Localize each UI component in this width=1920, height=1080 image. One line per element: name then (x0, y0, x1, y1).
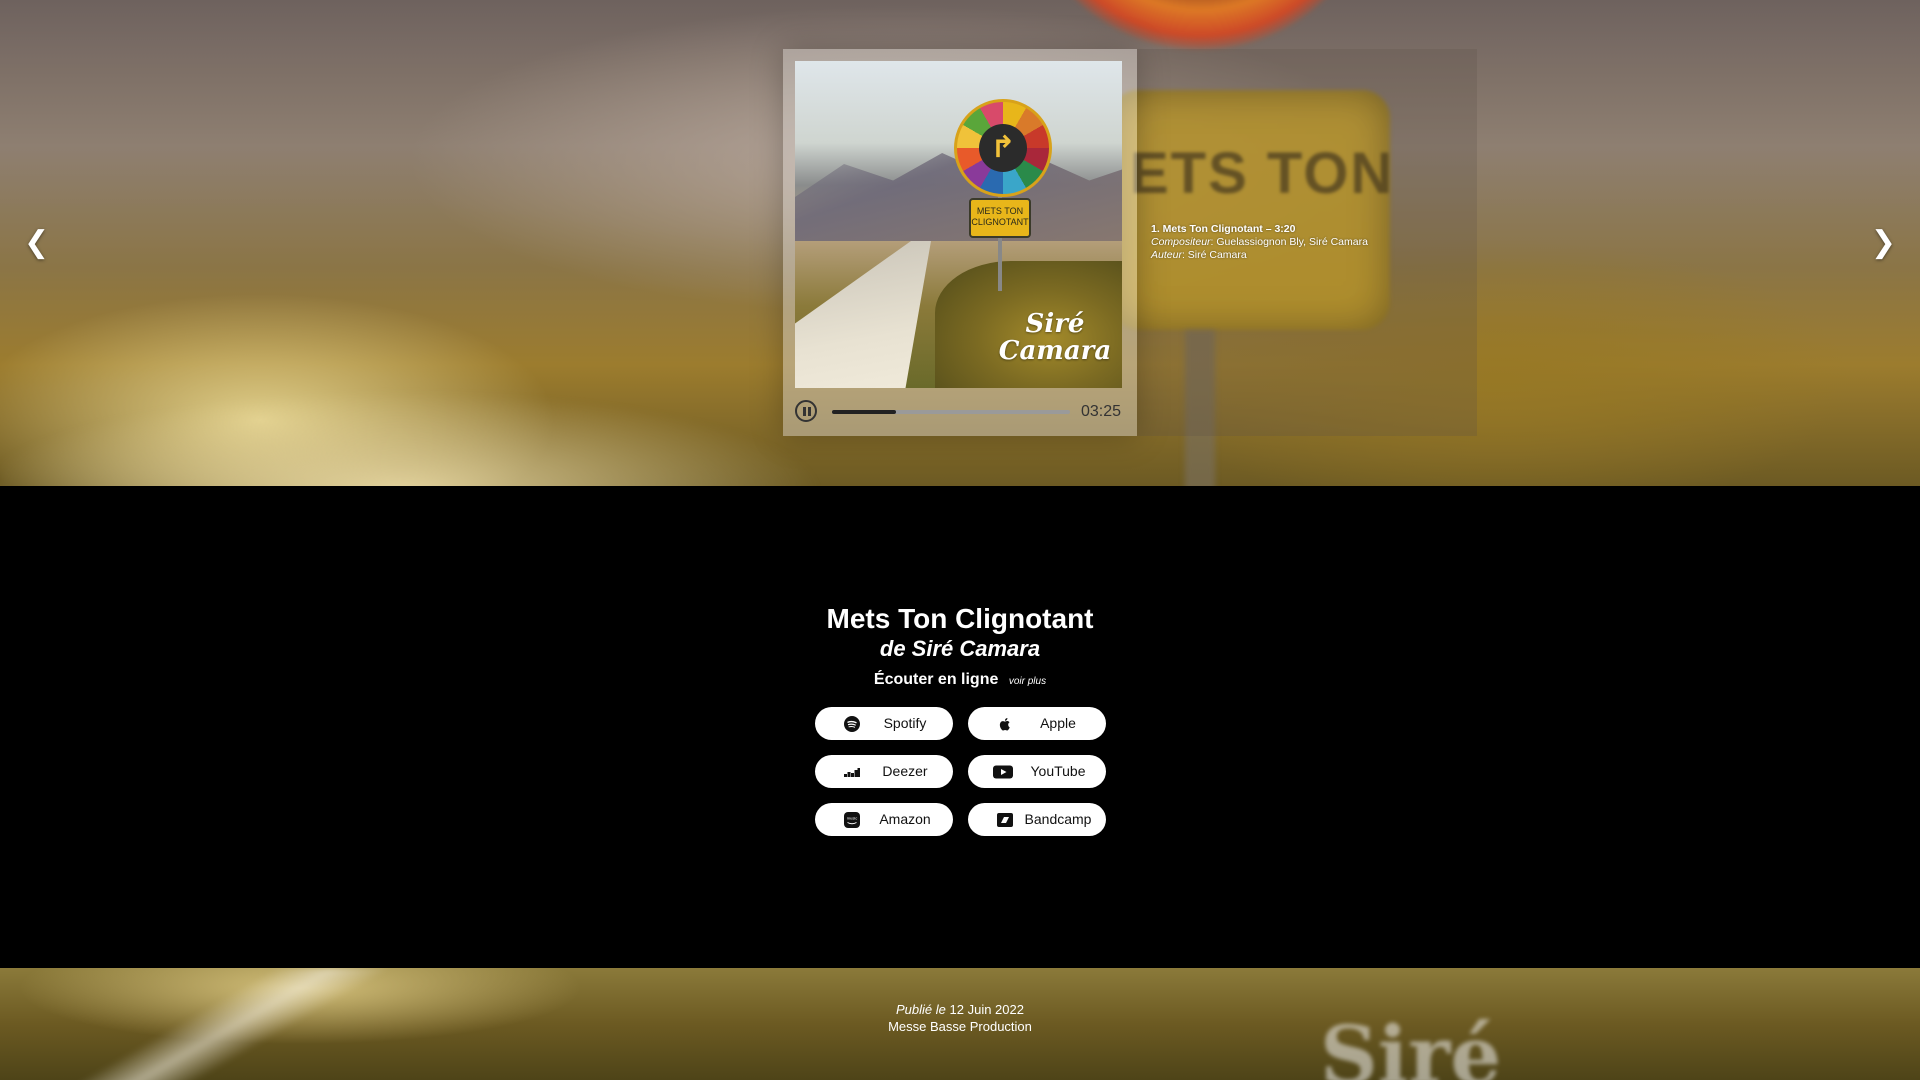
publication-info: Publié le 12 Juin 2022 Messe Basse Produ… (0, 1001, 1920, 1035)
next-arrow-button[interactable]: ❯ (1871, 228, 1896, 258)
youtube-icon (993, 765, 1013, 779)
progress-fill (832, 410, 897, 414)
spotify-label: Spotify (883, 715, 927, 731)
see-more-link[interactable]: voir plus (1009, 676, 1046, 687)
track-title: 1. Mets Ton Clignotant – 3:20 (1151, 223, 1296, 235)
progress-bar[interactable] (832, 410, 1070, 414)
turn-arrow-icon: ↱ (979, 124, 1027, 172)
pause-icon (803, 407, 806, 416)
deezer-label: Deezer (882, 763, 928, 779)
amazon-label: Amazon (879, 811, 931, 827)
apple-label: Apple (1040, 715, 1076, 731)
player-controls: 03:25 (795, 399, 1122, 425)
cover-sign-disc: ↱ (954, 99, 1052, 197)
previous-arrow-button[interactable]: ❮ (24, 228, 49, 258)
track-author: Auteur: Siré Camara (1151, 249, 1247, 261)
bandcamp-button[interactable]: Bandcamp (968, 803, 1106, 836)
svg-text:music: music (847, 816, 857, 821)
bandcamp-label: Bandcamp (1024, 811, 1092, 827)
production-label: Messe Basse Production (888, 1019, 1032, 1034)
track-composer: Compositeur: Guelassiognon Bly, Siré Cam… (1151, 236, 1368, 248)
listen-online-label: Écouter en ligne (873, 671, 999, 688)
elapsed-time: 03:25 (1081, 403, 1122, 420)
cover-sign-plate: METS TON CLIGNOTANT (969, 198, 1031, 238)
amazon-music-icon: music (844, 812, 860, 828)
album-artist: de Siré Camara (879, 636, 1041, 661)
album-title: Mets Ton Clignotant (826, 603, 1094, 634)
publication-date: Publié le 12 Juin 2022 (896, 1002, 1024, 1017)
apple-icon (999, 718, 1010, 731)
audio-player: ↱ METS TON CLIGNOTANT Siré Camara 03:25 (783, 49, 1137, 436)
amazon-music-button[interactable]: music Amazon (815, 803, 953, 836)
apple-music-button[interactable]: Apple (968, 707, 1106, 740)
background-sign-disc (1020, 0, 1380, 50)
background-road (0, 330, 820, 486)
spotify-button[interactable]: Spotify (815, 707, 953, 740)
deezer-button[interactable]: Deezer (815, 755, 953, 788)
pause-button[interactable] (795, 400, 817, 422)
deezer-icon (844, 768, 860, 777)
youtube-label: YouTube (1030, 763, 1086, 779)
listen-online-heading: Écouter en ligne voir plus (0, 671, 1920, 689)
youtube-button[interactable]: YouTube (968, 755, 1106, 788)
bandcamp-icon (997, 813, 1013, 827)
spotify-icon (844, 716, 860, 732)
cover-artist-name: Siré Camara (998, 309, 1112, 366)
track-info: 1. Mets Ton Clignotant – 3:20 Compositeu… (1151, 223, 1368, 262)
album-cover: ↱ METS TON CLIGNOTANT Siré Camara (795, 61, 1122, 388)
